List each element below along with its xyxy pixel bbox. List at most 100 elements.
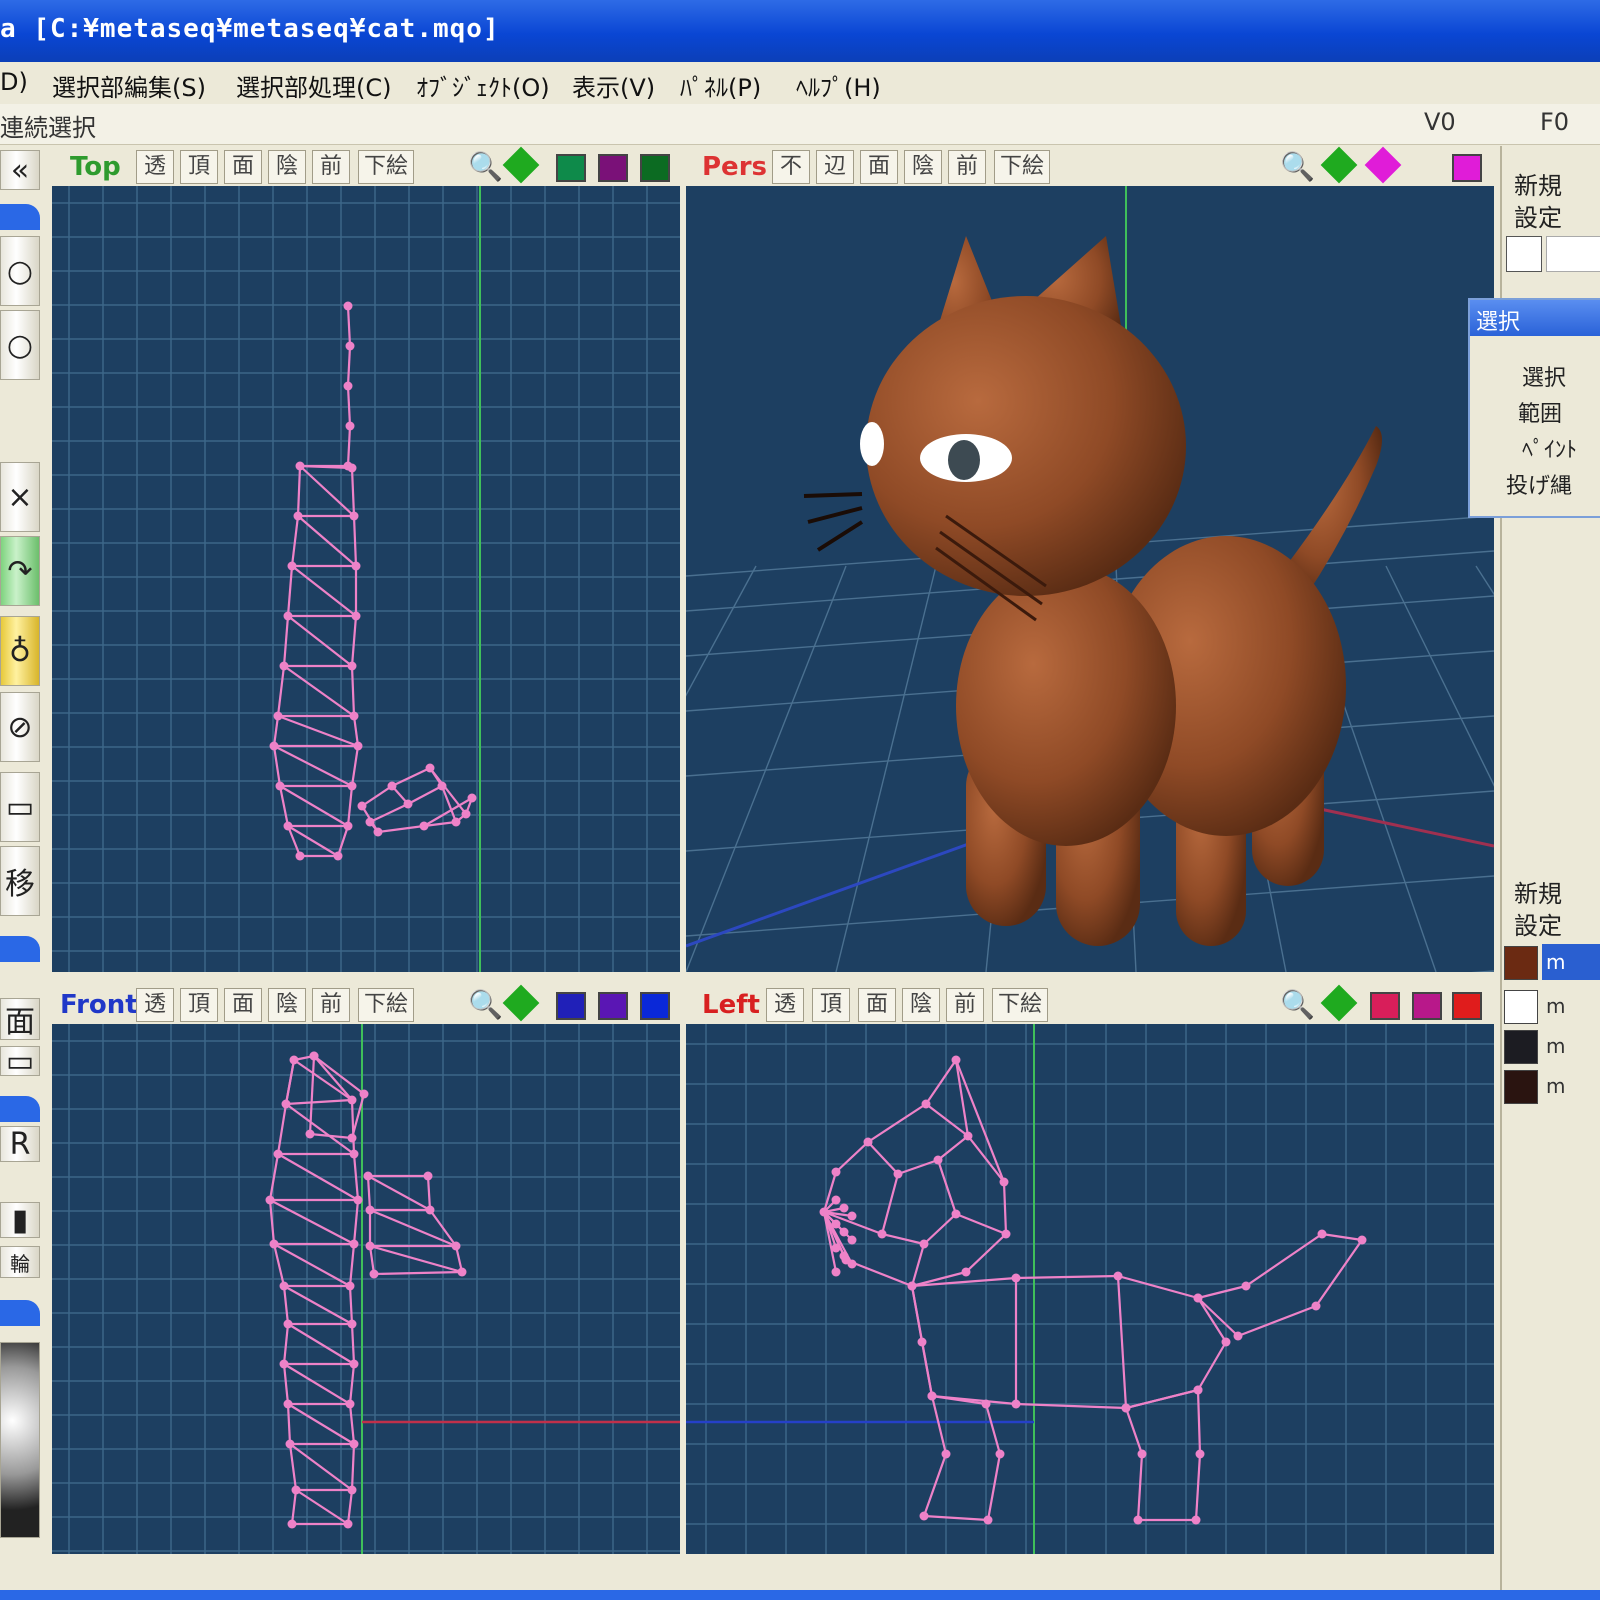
front-btn-transparent[interactable]: 透 [136,988,174,1022]
material-swatch-4[interactable] [1504,1070,1538,1104]
front-btn-underlay[interactable]: 下絵 [358,988,414,1022]
material-label-4[interactable]: m [1546,1074,1565,1098]
top-swatch-1[interactable] [556,154,586,182]
material-label-3[interactable]: m [1546,1034,1565,1058]
wire-edge [1124,1407,1144,1455]
top-btn-vertex[interactable]: 頂 [180,150,218,184]
select-circle-tool[interactable]: ○ [0,236,40,306]
left-btn-front[interactable]: 前 [946,988,984,1022]
front-swatch-3[interactable] [640,992,670,1020]
left-btn-underlay[interactable]: 下絵 [992,988,1048,1022]
popup-select-button[interactable]: 選択 [1522,360,1566,392]
pers-swatch-1[interactable] [1452,154,1482,182]
material-label-2[interactable]: m [1546,994,1565,1018]
front-swatch-1[interactable] [556,992,586,1020]
left-btn-transparent[interactable]: 透 [766,988,804,1022]
wire-vertex [333,851,343,861]
toolbar-section-tab-3[interactable] [0,1096,40,1122]
wire-edge [287,1403,355,1445]
rotate-tool[interactable]: ↷ [0,536,40,606]
material-swatch-2[interactable] [1504,990,1538,1024]
pers-btn-underlay[interactable]: 下絵 [994,150,1050,184]
menu-item-view[interactable]: 表示(V) [572,68,655,103]
knife-tool[interactable]: ⊘ [0,692,40,762]
material-swatch-1[interactable] [1504,946,1538,980]
plane-tool[interactable]: ▭ [0,1046,40,1076]
front-btn-front[interactable]: 前 [312,988,350,1022]
rotate-view-icon[interactable] [1364,146,1402,184]
pers-btn-3[interactable]: 面 [860,150,898,184]
material-swatch-3[interactable] [1504,1030,1538,1064]
menu-item-object[interactable]: ｵﾌﾞｼﾞｪｸﾄ(O) [416,68,550,103]
top-swatch-2[interactable] [598,154,628,182]
front-btn-vertex[interactable]: 頂 [180,988,218,1022]
left-btn-shade[interactable]: 陰 [902,988,940,1022]
top-swatch-3[interactable] [640,154,670,182]
menu-item-help[interactable]: ﾍﾙﾌﾟ(H) [796,68,881,103]
wire-edge [350,745,360,787]
object-visibility-toggle[interactable] [1506,236,1542,272]
popup-range-button[interactable]: 範囲 [1518,396,1562,428]
left-btn-face[interactable]: 面 [858,988,896,1022]
front-viewport-canvas[interactable] [52,1024,680,1554]
left-swatch-1[interactable] [1370,992,1400,1020]
pers-viewport-canvas[interactable] [686,186,1494,972]
pers-btn-4[interactable]: 陰 [904,150,942,184]
material-new-button[interactable]: 新規 [1514,874,1562,909]
top-btn-transparent[interactable]: 透 [136,150,174,184]
object-new-button[interactable]: 新規 [1514,166,1562,201]
popup-title-bar[interactable]: 選択 [1470,300,1600,336]
magnet-tool[interactable]: ♁ [0,616,40,686]
top-viewport-canvas[interactable] [52,186,680,972]
wire-vertex [981,1399,991,1409]
menu-item-selection-edit[interactable]: 選択部編集(S) [52,68,206,103]
material-label-1[interactable]: m [1546,950,1565,974]
left-btn-vertex[interactable]: 頂 [812,988,850,1022]
wire-vertex [275,781,285,791]
outline-tool[interactable]: 輪 [0,1246,40,1278]
bar-tool[interactable]: ▮ [0,1202,40,1238]
material-settings-button[interactable]: 設定 [1514,906,1562,941]
top-btn-underlay[interactable]: 下絵 [358,150,414,184]
top-btn-face[interactable]: 面 [224,150,262,184]
front-btn-face[interactable]: 面 [224,988,262,1022]
zoom-icon[interactable]: 🔍 [1280,988,1315,1021]
toolbar-section-tab-2[interactable] [0,936,40,962]
zoom-icon[interactable]: 🔍 [468,988,503,1021]
menu-item-panel[interactable]: ﾊﾟﾈﾙ(P) [680,68,761,103]
toolbar-section-tab-4[interactable] [0,1300,40,1326]
object-settings-button[interactable]: 設定 [1514,198,1562,233]
face-tool[interactable]: 面 [0,998,40,1040]
top-btn-shade[interactable]: 陰 [268,150,306,184]
pan-icon[interactable] [1320,146,1358,184]
pan-icon[interactable] [502,146,540,184]
pers-btn-2[interactable]: 辺 [816,150,854,184]
delete-tool[interactable]: × [0,462,40,532]
object-list-item[interactable] [1546,236,1600,272]
wire-edge [348,1285,354,1325]
left-viewport-canvas[interactable] [686,1024,1494,1554]
popup-lasso-button[interactable]: 投げ縄 [1506,468,1572,500]
zoom-icon[interactable]: 🔍 [1280,150,1315,183]
move-tool[interactable]: 移 [0,846,40,916]
menu-item-selection-process[interactable]: 選択部処理(C) [236,68,391,103]
front-swatch-2[interactable] [598,992,628,1020]
lasso-tool[interactable]: ○ [0,310,40,380]
pan-icon[interactable] [502,984,540,1022]
left-swatch-3[interactable] [1452,992,1482,1020]
rectangle-tool[interactable]: ▭ [0,772,40,842]
pers-btn-1[interactable]: 不 [772,150,810,184]
r-tool[interactable]: R [0,1126,40,1162]
left-swatch-2[interactable] [1412,992,1442,1020]
collapse-toolbar-button[interactable]: « [0,150,40,190]
popup-paint-button[interactable]: ﾍﾟｲﾝﾄ [1522,432,1577,464]
zoom-icon[interactable]: 🔍 [468,150,503,183]
pers-btn-5[interactable]: 前 [948,150,986,184]
toolbar-section-tab[interactable] [0,204,40,230]
pan-icon[interactable] [1320,984,1358,1022]
wire-edge [346,305,352,347]
menu-item-file[interactable]: D) [0,68,28,96]
top-btn-front[interactable]: 前 [312,150,350,184]
front-btn-shade[interactable]: 陰 [268,988,306,1022]
wire-vertex [839,1203,849,1213]
